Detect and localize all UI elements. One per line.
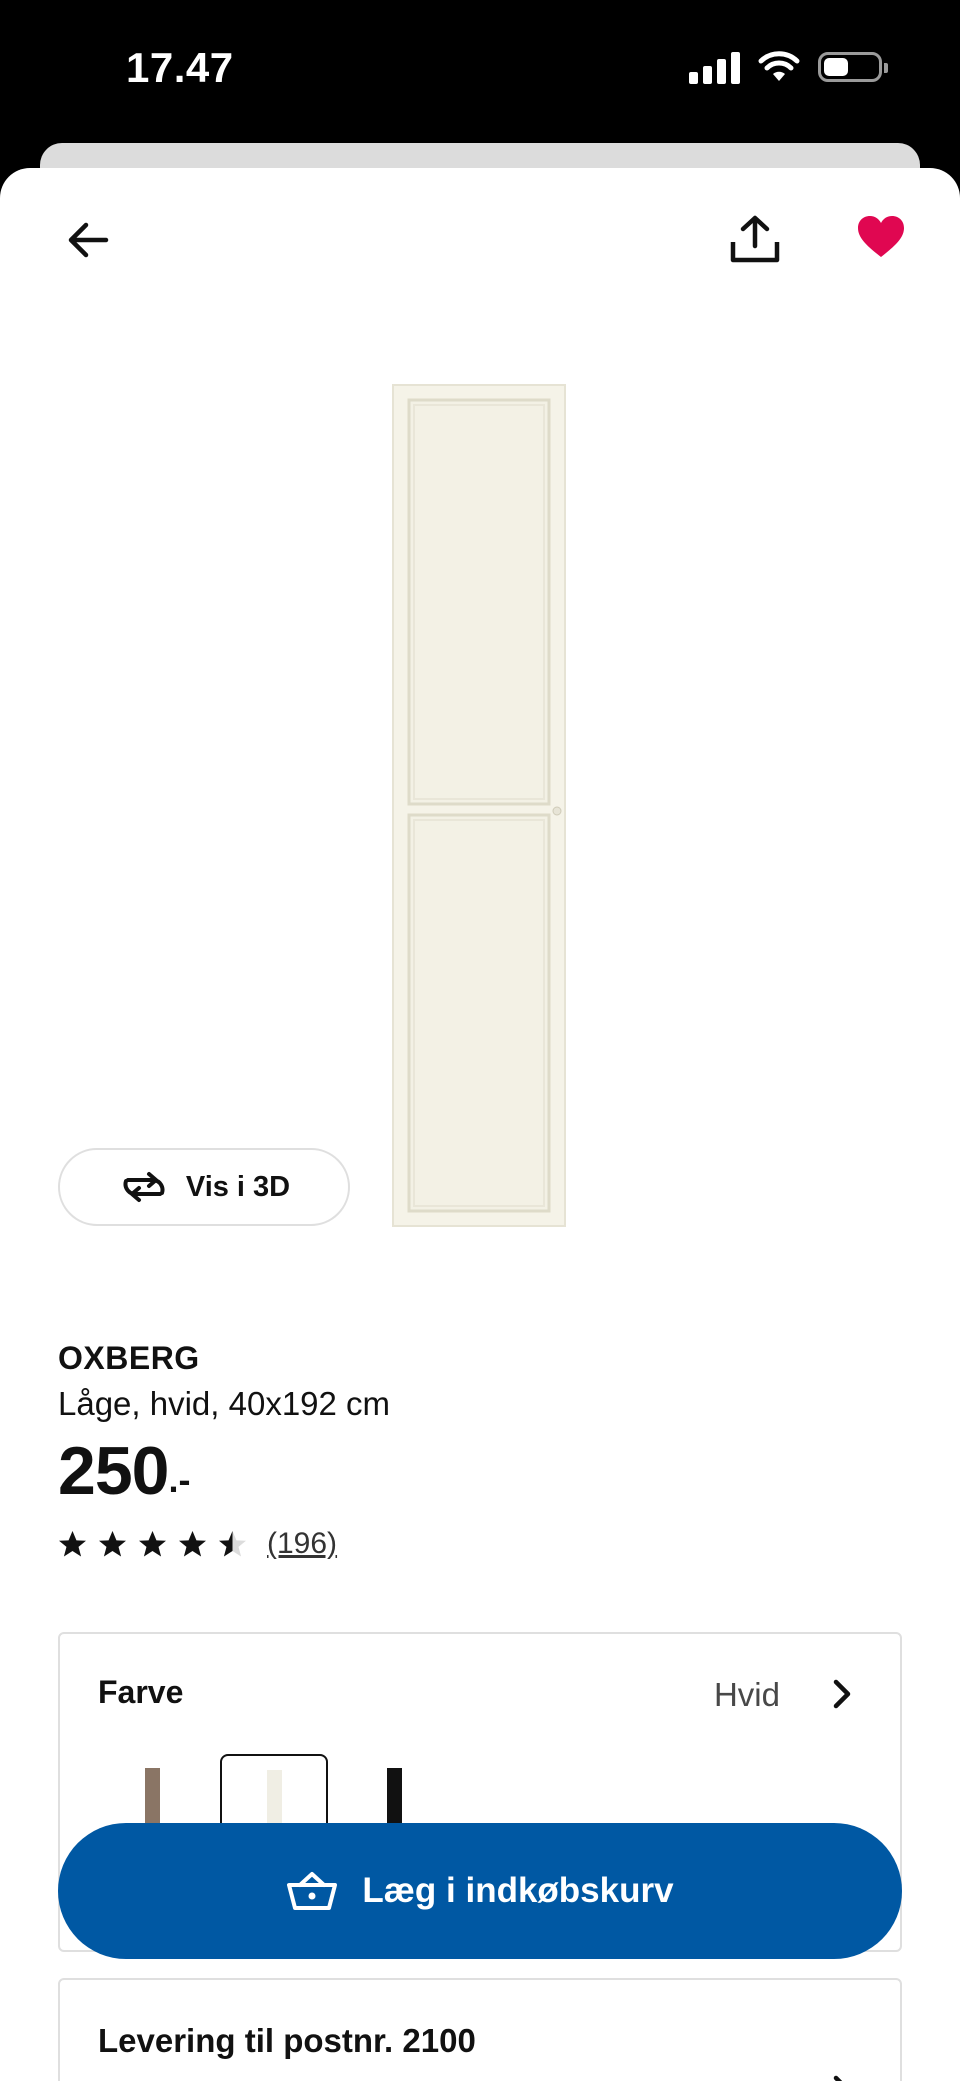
back-button[interactable]: [58, 210, 118, 270]
cellular-signal-icon: [689, 50, 740, 84]
product-info: OXBERG Låge, hvid, 40x192 cm 250 .- (196…: [58, 1340, 902, 1561]
add-to-cart-button[interactable]: Læg i indkøbskurv: [58, 1823, 902, 1959]
star-icon: [59, 1531, 86, 1557]
product-price: 250 .-: [58, 1437, 902, 1505]
product-name: OXBERG: [58, 1340, 200, 1376]
arrow-left-icon: [68, 222, 109, 258]
heart-icon: [858, 216, 904, 257]
view-in-3d-label: Vis i 3D: [185, 1170, 291, 1203]
delivery-card[interactable]: Levering til postnr. 2100: [58, 1978, 902, 2081]
chevron-right-icon: [833, 2075, 843, 2081]
star-icon: [179, 1531, 206, 1557]
product-sheet: Vis i 3D OXBERG Låge, hvid, 40x192 cm 25…: [0, 168, 960, 2081]
price-suffix: .-: [168, 1459, 191, 1500]
color-selected-value: Hvid: [713, 1676, 780, 1713]
color-title: Farve: [98, 1674, 184, 1710]
rating[interactable]: (196): [58, 1527, 902, 1561]
star-icon: [219, 1531, 246, 1557]
status-time: 17.47: [126, 44, 234, 91]
add-to-cart-label: Læg i indkøbskurv: [362, 1871, 674, 1910]
rating-stars: [58, 1530, 247, 1558]
shopping-basket-icon: [287, 1872, 338, 1910]
product-image: [392, 384, 566, 1227]
product-description: Låge, hvid, 40x192 cm: [58, 1385, 391, 1422]
status-icons: [689, 50, 888, 84]
chevron-right-icon: [833, 1679, 851, 1709]
review-count-link[interactable]: (196): [267, 1527, 337, 1561]
share-icon: [730, 215, 780, 263]
share-button[interactable]: [724, 208, 786, 270]
wifi-icon: [758, 51, 800, 81]
star-icon: [139, 1531, 166, 1557]
price-amount: 250: [58, 1433, 169, 1509]
battery-icon: [818, 52, 888, 82]
delivery-title: Levering til postnr. 2100: [98, 2022, 476, 2059]
star-icon: [99, 1531, 126, 1557]
status-bar: 17.47: [0, 0, 960, 144]
favourite-button[interactable]: [852, 208, 910, 266]
view-in-3d-button[interactable]: Vis i 3D: [58, 1148, 350, 1226]
rotate-3d-icon: [123, 1172, 165, 1202]
top-bar: [0, 168, 960, 308]
